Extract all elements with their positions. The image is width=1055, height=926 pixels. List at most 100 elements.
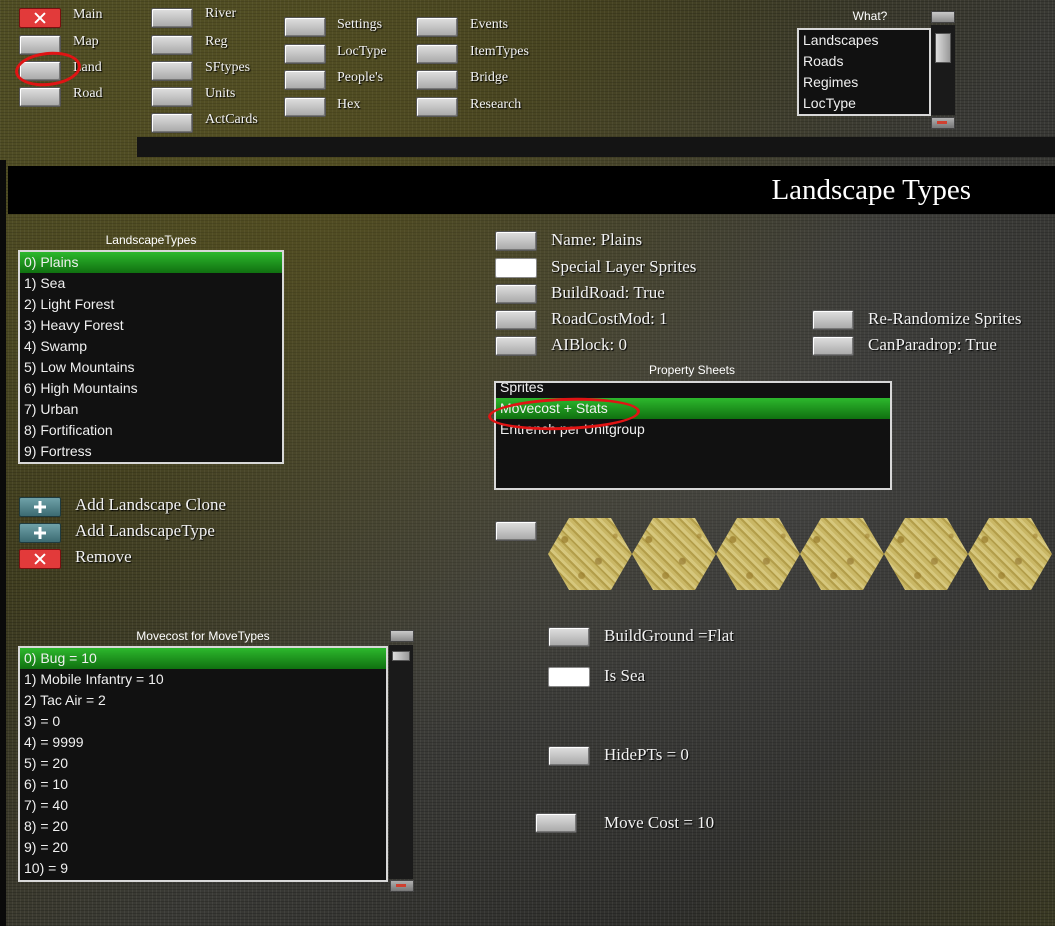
menu-button-bridge[interactable]: [416, 70, 458, 90]
menu-button-settings[interactable]: [284, 17, 326, 37]
special-layer-sprites-toggle[interactable]: [495, 258, 537, 278]
build-ground-button[interactable]: [548, 627, 590, 647]
menu-label-road: Road: [73, 86, 103, 101]
movecost-item[interactable]: 0) Bug = 10: [20, 648, 386, 669]
menu-label-hex: Hex: [337, 97, 361, 112]
menu-button-hex[interactable]: [284, 97, 326, 117]
menu-label-main: Main: [73, 7, 103, 22]
landscape-types-listbox[interactable]: 0) Plains 1) Sea 2) Light Forest 3) Heav…: [18, 250, 284, 464]
menu-label-bridge: Bridge: [470, 70, 509, 85]
movecost-item[interactable]: 5) = 20: [20, 753, 386, 774]
menu-label-loctype: LocType: [337, 44, 387, 59]
menu-button-road[interactable]: [19, 87, 61, 107]
property-sheet-item[interactable]: Sprites: [496, 383, 890, 398]
movecost-item[interactable]: 7) = 40: [20, 795, 386, 816]
what-item[interactable]: Regimes: [799, 72, 929, 93]
landscape-item[interactable]: 5) Low Mountains: [20, 357, 282, 378]
add-landscape-type-button[interactable]: [19, 523, 61, 543]
add-landscape-type-label: Add LandscapeType: [75, 521, 215, 540]
page-title: Landscape Types: [771, 174, 971, 206]
rerandomize-sprites-label: Re-Randomize Sprites: [868, 309, 1022, 328]
name-label: Name: Plains: [551, 230, 643, 249]
property-sheets-listbox[interactable]: Sprites Movecost + Stats Entrench per Un…: [494, 381, 892, 490]
what-scroll-down-button[interactable]: [931, 117, 955, 129]
what-scrollbar[interactable]: [931, 25, 955, 115]
landscape-item[interactable]: 8) Fortification: [20, 420, 282, 441]
menu-label-reg: Reg: [205, 34, 228, 49]
landscape-item[interactable]: 0) Plains: [20, 252, 282, 273]
left-border: [0, 160, 6, 926]
menu-button-itemtypes[interactable]: [416, 44, 458, 64]
landscape-list-caption: LandscapeTypes: [105, 233, 197, 247]
ai-block-button[interactable]: [495, 336, 537, 356]
landscape-item[interactable]: 9) Fortress: [20, 441, 282, 462]
what-scroll-thumb[interactable]: [935, 33, 951, 63]
menu-button-units[interactable]: [151, 87, 193, 107]
menu-button-actcards[interactable]: [151, 113, 193, 133]
road-cost-mod-button[interactable]: [495, 310, 537, 330]
movecost-listbox[interactable]: 0) Bug = 10 1) Mobile Infantry = 10 2) T…: [18, 646, 388, 882]
menu-label-research: Research: [470, 97, 522, 112]
movecost-item[interactable]: 1) Mobile Infantry = 10: [20, 669, 386, 690]
movecost-item[interactable]: 6) = 10: [20, 774, 386, 795]
move-cost-button[interactable]: [535, 813, 577, 833]
movecost-item[interactable]: 8) = 20: [20, 816, 386, 837]
hex-sprite: [884, 518, 968, 590]
movecost-item[interactable]: 3) = 0: [20, 711, 386, 732]
landscape-item[interactable]: 2) Light Forest: [20, 294, 282, 315]
hex-sprite: [800, 518, 884, 590]
menu-button-events[interactable]: [416, 17, 458, 37]
what-item[interactable]: LocType: [799, 93, 929, 114]
movecost-item[interactable]: 10) = 9: [20, 858, 386, 879]
what-caption: What?: [852, 9, 888, 23]
hex-sprite: [548, 518, 632, 590]
menu-button-sftypes[interactable]: [151, 61, 193, 81]
menu-button-peoples[interactable]: [284, 70, 326, 90]
menu-label-itemtypes: ItemTypes: [470, 44, 529, 59]
sprite-select-button[interactable]: [495, 521, 537, 541]
build-road-button[interactable]: [495, 284, 537, 304]
what-listbox[interactable]: Landscapes Roads Regimes LocType: [797, 28, 931, 116]
rerandomize-sprites-button[interactable]: [812, 310, 854, 330]
menu-label-river: River: [205, 6, 237, 21]
landscape-item[interactable]: 3) Heavy Forest: [20, 315, 282, 336]
landscape-item[interactable]: 6) High Mountains: [20, 378, 282, 399]
movecost-scroll-thumb[interactable]: [392, 651, 410, 661]
is-sea-toggle[interactable]: [548, 667, 590, 687]
movecost-item[interactable]: 2) Tac Air = 2: [20, 690, 386, 711]
movecost-scroll-down-button[interactable]: [390, 880, 414, 892]
hex-sprite: [716, 518, 800, 590]
menu-button-reg[interactable]: [151, 35, 193, 55]
can-paradrop-button[interactable]: [812, 336, 854, 356]
what-scroll-up-button[interactable]: [931, 11, 955, 23]
what-item[interactable]: Landscapes: [799, 30, 929, 51]
menu-button-research[interactable]: [416, 97, 458, 117]
remove-label: Remove: [75, 547, 132, 566]
movecost-item[interactable]: 4) = 9999: [20, 732, 386, 753]
movecost-scrollbar[interactable]: [389, 645, 413, 879]
movecost-item[interactable]: 9) = 20: [20, 837, 386, 858]
menu-button-river[interactable]: [151, 8, 193, 28]
hex-sprite: [632, 518, 716, 590]
main-close-button[interactable]: [19, 8, 61, 28]
name-button[interactable]: [495, 231, 537, 251]
property-sheets-caption: Property Sheets: [648, 363, 736, 377]
remove-button[interactable]: [19, 549, 61, 569]
menu-label-actcards: ActCards: [205, 112, 258, 127]
landscape-item[interactable]: 1) Sea: [20, 273, 282, 294]
ai-block-label: AIBlock: 0: [551, 335, 628, 354]
road-cost-mod-label: RoadCostMod: 1: [551, 309, 668, 328]
menu-button-loctype[interactable]: [284, 44, 326, 64]
movecost-caption: Movecost for MoveTypes: [136, 629, 270, 643]
menu-divider-bar: [137, 137, 1055, 157]
title-bar: Landscape Types: [8, 166, 1055, 214]
menu-label-map: Map: [73, 34, 99, 49]
hide-pts-button[interactable]: [548, 746, 590, 766]
movecost-scroll-up-button[interactable]: [390, 630, 414, 642]
landscape-item[interactable]: 4) Swamp: [20, 336, 282, 357]
landscape-item[interactable]: 7) Urban: [20, 399, 282, 420]
build-road-label: BuildRoad: True: [551, 283, 665, 302]
what-item[interactable]: Roads: [799, 51, 929, 72]
menu-label-sftypes: SFtypes: [205, 60, 251, 75]
add-landscape-clone-button[interactable]: [19, 497, 61, 517]
